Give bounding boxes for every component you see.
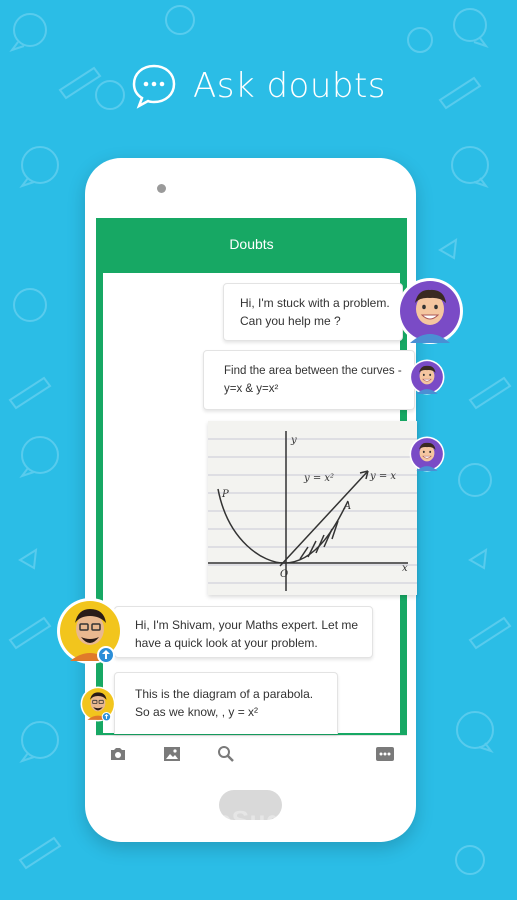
search-button[interactable] — [216, 744, 236, 764]
gallery-button[interactable] — [162, 744, 182, 764]
triangle-doodle-icon — [468, 548, 488, 570]
chat-bubble-icon — [132, 64, 176, 109]
pencil-doodle-icon — [8, 616, 52, 650]
message-line: This is the diagram of a parabola. — [135, 687, 314, 701]
graph-label: y — [290, 435, 297, 446]
pencil-doodle-icon — [8, 376, 52, 410]
watermark: SoftwareSuggest.com — [118, 805, 373, 836]
graph-label: O — [280, 569, 288, 580]
pencil-doodle-icon — [468, 616, 512, 650]
message-line: have a quick look at your problem. — [135, 636, 318, 650]
graph-label: y = x² — [303, 473, 334, 484]
more-button[interactable] — [375, 744, 395, 764]
chat-doodle-icon — [19, 721, 59, 763]
triangle-doodle-icon — [438, 238, 458, 260]
expert-avatar-large — [57, 598, 123, 664]
message-bubble-expert-2: This is the diagram of a parabola. So as… — [114, 672, 338, 734]
pencil-doodle-icon — [468, 376, 512, 410]
graph-label: P — [221, 489, 229, 500]
pencil-doodle-icon — [18, 836, 62, 870]
graph-label: x — [402, 563, 408, 574]
chat-doodle-icon — [165, 5, 195, 35]
message-line: Find the area between the curves - — [224, 365, 402, 377]
message-bubble-user-1: Hi, I'm stuck with a problem. Can you he… — [223, 283, 403, 341]
graph-photo: y y = x² y = x A P O x — [208, 431, 417, 591]
message-line: So as we know, , y = x² — [135, 705, 259, 719]
message-image-parabola-graph[interactable]: y y = x² y = x A P O x — [208, 421, 417, 595]
chat-doodle-icon — [13, 288, 47, 322]
gallery-icon — [164, 746, 180, 761]
app-bar: Doubts — [96, 218, 407, 270]
headline-text: Ask doubts — [192, 66, 387, 106]
camera-button[interactable] — [108, 744, 128, 764]
search-icon — [218, 745, 234, 762]
chat-doodle-icon — [455, 845, 485, 875]
chat-doodle-icon — [458, 463, 492, 497]
more-icon — [376, 746, 394, 761]
promo-header: Ask doubts — [0, 58, 517, 114]
message-bubble-expert-1: Hi, I'm Shivam, your Maths expert. Let m… — [114, 606, 373, 658]
chat-doodle-icon — [9, 13, 47, 52]
chat-doodle-icon — [456, 711, 494, 753]
watermark-suffix: .com — [337, 816, 373, 832]
message-line: Can you help me ? — [240, 314, 341, 328]
chat-doodle-icon — [19, 146, 59, 188]
watermark-brand: SoftwareSuggest — [118, 805, 338, 835]
chat-doodle-icon — [453, 8, 489, 48]
graph-label: y = x — [369, 471, 396, 482]
chat-doodle-icon — [451, 146, 489, 188]
message-line: y=x & y=x² — [224, 383, 279, 395]
user-avatar-small — [409, 436, 445, 472]
triangle-doodle-icon — [18, 548, 38, 570]
chat-doodle-icon — [407, 27, 433, 53]
camera-icon — [111, 747, 125, 760]
chat-doodle-icon — [19, 436, 59, 478]
message-line: Hi, I'm Shivam, your Maths expert. Let m… — [135, 618, 359, 632]
input-toolbar — [96, 735, 407, 771]
app-title: Doubts — [229, 236, 274, 252]
user-avatar-large — [397, 278, 463, 344]
expert-avatar-small — [80, 686, 116, 722]
user-avatar-small — [409, 359, 445, 395]
graph-label: A — [343, 501, 351, 512]
message-bubble-user-2: Find the area between the curves - y=x &… — [203, 350, 415, 410]
message-line: Hi, I'm stuck with a problem. — [240, 296, 390, 310]
camera-dot — [157, 184, 166, 193]
